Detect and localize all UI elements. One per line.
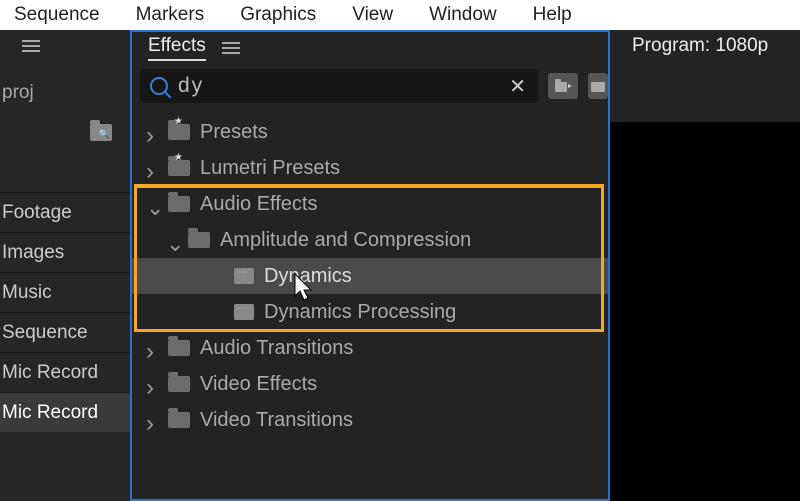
tree-row-video-transitions[interactable]: Video Transitions bbox=[132, 402, 608, 438]
folder-small-button[interactable] bbox=[588, 73, 608, 99]
tree-row-label: Amplitude and Compression bbox=[220, 229, 471, 252]
folder-small-icon bbox=[591, 80, 605, 92]
tree-row-dynamics-processing[interactable]: Dynamics Processing bbox=[132, 294, 608, 330]
tree-row-label: Dynamics bbox=[264, 265, 352, 288]
tree-row-audio-effects[interactable]: Audio Effects bbox=[132, 186, 608, 222]
folder-icon bbox=[168, 196, 190, 212]
menu-view[interactable]: View bbox=[348, 1, 397, 29]
search-icon bbox=[150, 77, 168, 95]
tree-row-presets[interactable]: Presets bbox=[132, 114, 608, 150]
tree-row-amplitude-and-compression[interactable]: Amplitude and Compression bbox=[132, 222, 608, 258]
tree-row-video-effects[interactable]: Video Effects bbox=[132, 366, 608, 402]
tree-row-audio-transitions[interactable]: Audio Transitions bbox=[132, 330, 608, 366]
effect-preset-icon bbox=[234, 304, 254, 320]
menu-graphics[interactable]: Graphics bbox=[236, 1, 320, 29]
folder-icon bbox=[168, 376, 190, 392]
effects-panel-menu-icon[interactable] bbox=[222, 42, 240, 54]
menu-markers[interactable]: Markers bbox=[132, 1, 209, 29]
main-area: proj Footage Images Music Sequence Mic R… bbox=[0, 30, 800, 501]
hamburger-icon[interactable] bbox=[22, 40, 40, 52]
bin-sequences[interactable]: Sequence bbox=[0, 312, 130, 352]
tree-row-label: Dynamics Processing bbox=[264, 301, 456, 324]
tree-row-label: Presets bbox=[200, 121, 268, 144]
new-bin-row bbox=[0, 112, 130, 152]
effect-preset-icon bbox=[234, 268, 254, 284]
bin-mic-recording-1[interactable]: Mic Record bbox=[0, 352, 130, 392]
effects-tree: Presets Lumetri Presets Audio Effects Ampli… bbox=[132, 108, 608, 499]
effects-panel: Effects ✕ bbox=[130, 30, 610, 501]
preset-folder-icon bbox=[168, 124, 190, 140]
program-monitor-viewport[interactable] bbox=[610, 122, 800, 501]
chevron-right-icon[interactable] bbox=[146, 342, 158, 354]
chevron-right-icon[interactable] bbox=[146, 378, 158, 390]
program-monitor-panel: Program: 1080p bbox=[610, 30, 800, 501]
bin-images[interactable]: Images bbox=[0, 232, 130, 272]
project-name-label: proj bbox=[0, 62, 130, 112]
bin-small-icon bbox=[554, 79, 572, 93]
bin-music[interactable]: Music bbox=[0, 272, 130, 312]
bin-footage[interactable]: Footage bbox=[0, 192, 130, 232]
effects-panel-title[interactable]: Effects bbox=[148, 35, 206, 61]
tree-row-label: Audio Transitions bbox=[200, 337, 353, 360]
menu-sequence[interactable]: Sequence bbox=[10, 1, 104, 29]
folder-icon bbox=[168, 412, 190, 428]
bin-list: Footage Images Music Sequence Mic Record… bbox=[0, 192, 130, 432]
menu-help[interactable]: Help bbox=[529, 1, 576, 29]
effects-search-input[interactable] bbox=[178, 74, 497, 98]
effects-search-box[interactable]: ✕ bbox=[140, 69, 538, 103]
menu-window[interactable]: Window bbox=[425, 1, 501, 29]
chevron-right-icon[interactable] bbox=[146, 162, 158, 174]
chevron-right-icon[interactable] bbox=[146, 414, 158, 426]
effects-panel-header: Effects bbox=[132, 32, 608, 64]
chevron-down-icon[interactable] bbox=[166, 234, 178, 246]
new-bin-button[interactable] bbox=[548, 73, 578, 99]
chevron-right-icon[interactable] bbox=[146, 126, 158, 138]
tree-row-dynamics[interactable]: Dynamics bbox=[132, 258, 608, 294]
program-monitor-title[interactable]: Program: 1080p bbox=[610, 30, 800, 62]
folder-icon bbox=[168, 340, 190, 356]
project-panel: proj Footage Images Music Sequence Mic R… bbox=[0, 30, 130, 501]
tree-row-label: Lumetri Presets bbox=[200, 157, 340, 180]
tree-row-label: Video Transitions bbox=[200, 409, 353, 432]
tree-row-lumetri-presets[interactable]: Lumetri Presets bbox=[132, 150, 608, 186]
tree-row-label: Audio Effects bbox=[200, 193, 317, 216]
bin-mic-recording-2[interactable]: Mic Record bbox=[0, 392, 130, 432]
find-bin-icon[interactable] bbox=[90, 124, 112, 141]
application-menubar: Sequence Markers Graphics View Window He… bbox=[0, 0, 800, 30]
folder-icon bbox=[188, 232, 210, 248]
effects-search-row: ✕ bbox=[132, 64, 608, 108]
clear-search-icon[interactable]: ✕ bbox=[507, 74, 528, 99]
project-panel-menu-row bbox=[0, 30, 130, 62]
chevron-down-icon[interactable] bbox=[146, 198, 158, 210]
preset-folder-icon bbox=[168, 160, 190, 176]
tree-row-label: Video Effects bbox=[200, 373, 317, 396]
